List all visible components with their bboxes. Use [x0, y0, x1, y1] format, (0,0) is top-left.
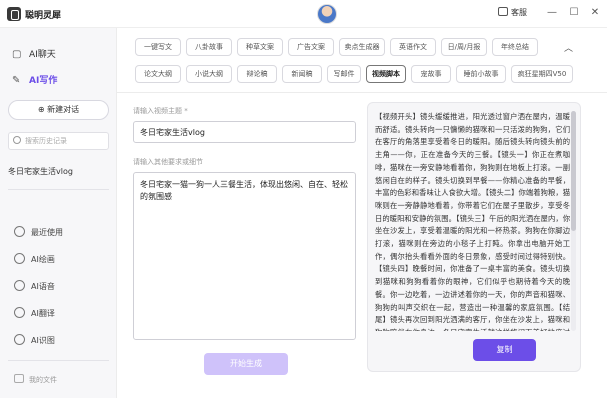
tag-debate[interactable]: 辩论稿: [237, 65, 277, 83]
output-text: 【视频开头】镜头缓缓推进，阳光透过窗户洒在屋内，温暖而舒适。镜头转向一只慵懒的猫…: [375, 112, 570, 331]
history-search-input[interactable]: 搜索历史记录: [8, 132, 109, 150]
tag-bedtime-story[interactable]: 睡前小故事: [456, 65, 506, 83]
chevron-up-icon[interactable]: ︿: [564, 41, 573, 54]
topic-label: 请输入视频主题 *: [133, 107, 188, 115]
tool-ai-image-recognition-label: AI识图: [31, 336, 55, 345]
tag-email[interactable]: 写邮件: [327, 65, 361, 83]
app-title: 聪明灵犀: [25, 11, 62, 21]
chat-icon: ▢: [12, 49, 22, 60]
tool-ai-translate-label: AI翻译: [31, 309, 55, 318]
tool-ai-translate[interactable]: AI翻译: [14, 307, 55, 319]
minimize-icon[interactable]: —: [545, 6, 559, 20]
details-label: 请输入其他要求或细节: [133, 158, 203, 166]
tag-year-end-summary[interactable]: 年终总结: [492, 38, 538, 56]
tag-pet-story[interactable]: 宠故事: [411, 65, 451, 83]
app-logo-icon: [7, 7, 21, 21]
pen-icon: ✎: [12, 75, 21, 86]
output-scrollbar[interactable]: [571, 111, 576, 331]
sidebar-divider: [8, 189, 109, 190]
tag-selling-point[interactable]: 卖点生成器: [339, 38, 385, 56]
service-label: 客服: [511, 8, 527, 17]
search-icon: [13, 136, 21, 144]
tag-english-essay[interactable]: 英语作文: [390, 38, 436, 56]
tag-ad-copy[interactable]: 广告文案: [288, 38, 334, 56]
tag-crazy-thursday[interactable]: 疯狂星期四V50: [511, 65, 573, 83]
tag-reports[interactable]: 日/周/月报: [441, 38, 487, 56]
tool-recent-label: 最近使用: [31, 228, 63, 237]
generate-button[interactable]: 开始生成: [204, 353, 288, 375]
nav-ai-writing[interactable]: ✎ AI写作: [12, 73, 57, 86]
tag-product-recommend[interactable]: 种草文案: [237, 38, 283, 56]
my-files-link[interactable]: 我的文件: [14, 374, 57, 385]
tool-ai-painting-label: AI绘画: [31, 255, 55, 264]
tool-ai-voice[interactable]: AI语音: [14, 280, 55, 292]
paint-icon: [14, 253, 25, 264]
new-chat-label: 新建对话: [47, 105, 80, 114]
customer-service-button[interactable]: 客服: [498, 7, 527, 18]
nav-ai-chat[interactable]: ▢ AI聊天: [12, 47, 56, 60]
copy-button[interactable]: 复制: [473, 339, 536, 361]
sidebar: ▢ AI聊天 ✎ AI写作 ⊕ 新建对话 搜索历史记录 冬日宅家生活vlog 最近使…: [0, 28, 117, 398]
clock-icon: [14, 226, 25, 237]
service-icon: [498, 7, 508, 16]
details-textarea[interactable]: 冬日宅家一猫一狗一人三餐生活，体现出悠闲、自在、轻松的氛围感: [133, 172, 356, 340]
tool-ai-voice-label: AI语音: [31, 282, 55, 291]
history-item[interactable]: 冬日宅家生活vlog: [8, 166, 73, 177]
nav-ai-writing-label: AI写作: [29, 76, 58, 86]
tag-novel-outline[interactable]: 小说大纲: [186, 65, 232, 83]
new-chat-button[interactable]: ⊕ 新建对话: [8, 100, 109, 120]
my-files-label: 我的文件: [29, 376, 57, 384]
scrollbar-thumb[interactable]: [571, 111, 576, 231]
user-avatar[interactable]: [317, 4, 337, 24]
tag-news[interactable]: 新闻稿: [282, 65, 322, 83]
tag-video-script[interactable]: 视频脚本: [366, 65, 406, 83]
close-icon[interactable]: ✕: [588, 6, 602, 20]
image-icon: [14, 334, 25, 345]
output-panel: 【视频开头】镜头缓缓推进，阳光透过窗户洒在屋内，温暖而舒适。镜头转向一只慵懒的猫…: [367, 102, 581, 372]
title-bar: 聪明灵犀 客服 — ☐ ✕: [0, 0, 607, 28]
translate-icon: [14, 307, 25, 318]
folder-icon: [14, 374, 24, 383]
tool-ai-painting[interactable]: AI绘画: [14, 253, 55, 265]
tool-recent[interactable]: 最近使用: [14, 226, 63, 238]
sidebar-divider: [8, 360, 109, 361]
tag-gossip-story[interactable]: 八卦故事: [186, 38, 232, 56]
section-divider: [117, 92, 607, 93]
tag-thesis-outline[interactable]: 论文大纲: [135, 65, 181, 83]
search-placeholder: 搜索历史记录: [25, 137, 67, 145]
headset-icon: [14, 280, 25, 291]
tool-ai-image-recognition[interactable]: AI识图: [14, 334, 55, 346]
tag-one-click-writing[interactable]: 一键写文: [135, 38, 181, 56]
plus-icon: ⊕: [37, 105, 48, 114]
nav-ai-chat-label: AI聊天: [29, 50, 56, 60]
maximize-icon[interactable]: ☐: [567, 6, 581, 20]
topic-input[interactable]: 冬日宅家生活vlog: [133, 121, 356, 143]
